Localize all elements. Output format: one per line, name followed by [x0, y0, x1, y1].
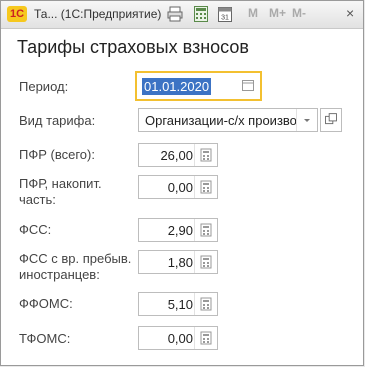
window-title: Та... (1С:Предприятие) — [34, 7, 162, 21]
form-title: Тарифы страховых взносов — [17, 37, 249, 57]
ffoms-label: ФФОМС: — [19, 296, 73, 311]
calculator-icon[interactable] — [194, 219, 217, 241]
ffoms-value: 5,10 — [167, 297, 193, 312]
tariff-value: Организации-с/х производ — [145, 113, 305, 128]
tfoms-value: 0,00 — [167, 331, 193, 346]
app-logo: 1С — [7, 6, 27, 22]
calculator-icon[interactable] — [194, 176, 217, 198]
tariff-label: Вид тарифа: — [19, 113, 96, 128]
pfr-total-value: 26,00 — [160, 148, 193, 163]
pfr-accum-field[interactable]: 0,00 — [138, 175, 218, 199]
period-label: Период: — [19, 79, 69, 94]
fss-field[interactable]: 2,90 — [138, 218, 218, 242]
tfoms-label: ТФОМС: — [19, 331, 71, 346]
calculator-icon[interactable] — [194, 293, 217, 315]
fss-value: 2,90 — [167, 223, 193, 238]
memory-add-button[interactable]: M+ — [269, 6, 286, 20]
fss-foreign-label: ФСС с вр. пребыв. иностранцев: — [19, 251, 132, 282]
dialog-window: 1С Та... (1С:Предприятие) 31 M M+ M- × Т… — [0, 0, 364, 366]
print-icon[interactable] — [167, 6, 183, 22]
pfr-total-field[interactable]: 26,00 — [138, 143, 218, 167]
open-icon[interactable] — [320, 108, 342, 132]
calculator-icon[interactable] — [194, 144, 217, 166]
period-date-field[interactable]: 01.01.2020 — [135, 71, 262, 101]
fss-foreign-field[interactable]: 1,80 — [138, 250, 218, 274]
close-button[interactable]: × — [346, 5, 354, 21]
pfr-accum-value: 0,00 — [167, 180, 193, 195]
tfoms-field[interactable]: 0,00 — [138, 326, 218, 350]
memory-button[interactable]: M — [248, 6, 258, 20]
calculator-icon[interactable] — [194, 6, 208, 22]
pfr-total-label: ПФР (всего): — [19, 147, 95, 162]
svg-text:31: 31 — [221, 15, 229, 22]
pfr-accum-label: ПФР, накопит. часть: — [19, 176, 102, 207]
tariff-select[interactable]: Организации-с/х производ — [138, 108, 318, 132]
period-date-value: 01.01.2020 — [142, 78, 212, 95]
calendar-icon[interactable]: 31 — [218, 6, 232, 22]
fss-foreign-value: 1,80 — [167, 255, 193, 270]
title-bar: 1С Та... (1С:Предприятие) 31 M M+ M- × — [1, 1, 363, 29]
calculator-icon[interactable] — [194, 251, 217, 273]
memory-subtract-button[interactable]: M- — [292, 6, 306, 20]
calendar-icon[interactable] — [241, 78, 255, 92]
ffoms-field[interactable]: 5,10 — [138, 292, 218, 316]
chevron-down-icon[interactable] — [296, 109, 317, 131]
fss-label: ФСС: — [19, 222, 52, 237]
calculator-icon[interactable] — [194, 327, 217, 349]
